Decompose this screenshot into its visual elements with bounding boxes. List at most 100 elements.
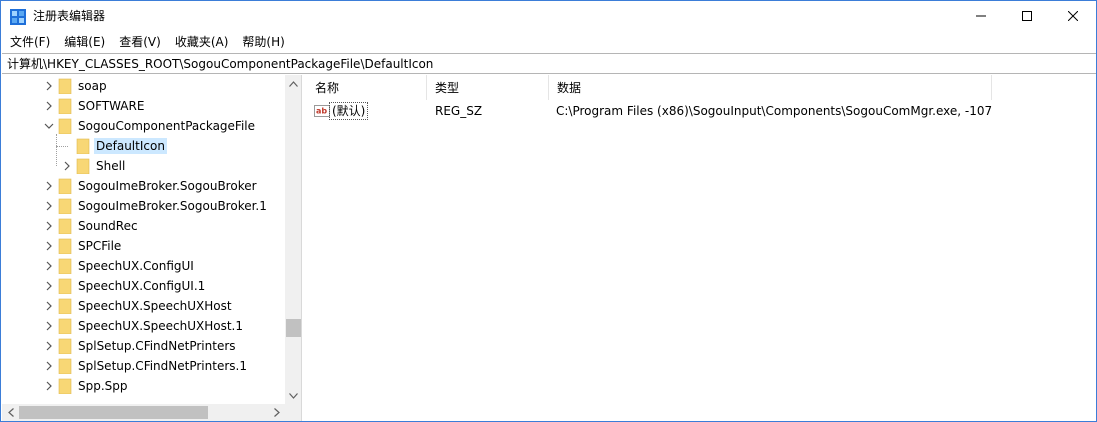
- chevron-right-icon[interactable]: [44, 301, 54, 311]
- close-icon: [1068, 11, 1078, 21]
- chevron-right-icon[interactable]: [62, 161, 72, 171]
- tree-item-label: SogouImeBroker.SogouBroker: [78, 179, 257, 193]
- tree-item[interactable]: DefaultIcon: [2, 136, 285, 156]
- tree-item[interactable]: SOFTWARE: [2, 96, 285, 116]
- key-tree: soap SOFTWARE SogouComponentPackageFile Def…: [2, 76, 285, 402]
- chevron-right-icon[interactable]: [44, 181, 54, 191]
- column-header-data[interactable]: 数据: [549, 75, 992, 100]
- folder-icon: [58, 218, 72, 234]
- tree-item-label: SpeechUX.ConfigUI: [78, 259, 194, 273]
- menu-view[interactable]: 查看(V): [112, 32, 168, 52]
- tree-item[interactable]: SplSetup.CFindNetPrinters: [2, 336, 285, 356]
- folder-icon: [58, 238, 72, 254]
- values-list-pane: 名称 类型 数据 ab (默认) REG_SZ C:\Program Files…: [307, 75, 1096, 421]
- minimize-button[interactable]: [958, 1, 1004, 31]
- folder-icon: [58, 338, 72, 354]
- maximize-button[interactable]: [1004, 1, 1050, 31]
- folder-icon: [58, 278, 72, 294]
- tree-guide-line: [56, 134, 57, 166]
- vertical-scroll-thumb[interactable]: [286, 319, 301, 337]
- chevron-right-icon[interactable]: [44, 201, 54, 211]
- menu-favorites[interactable]: 收藏夹(A): [168, 32, 236, 52]
- chevron-right-icon: [273, 408, 280, 417]
- tree-item[interactable]: SplSetup.CFindNetPrinters.1: [2, 356, 285, 376]
- title-bar: 注册表编辑器: [1, 1, 1096, 31]
- tree-item-label: SpeechUX.SpeechUXHost: [78, 299, 232, 313]
- folder-icon: [58, 358, 72, 374]
- chevron-right-icon[interactable]: [44, 341, 54, 351]
- tree-item[interactable]: Shell: [2, 156, 285, 176]
- column-name-label: 名称: [315, 81, 340, 95]
- maximize-icon: [1022, 11, 1032, 21]
- menu-edit[interactable]: 编辑(E): [57, 32, 112, 52]
- folder-icon: [58, 118, 72, 134]
- tree-item-label: SplSetup.CFindNetPrinters.1: [78, 359, 247, 373]
- column-header-type[interactable]: 类型: [427, 75, 549, 100]
- tree-item-label: SPCFile: [78, 239, 122, 253]
- folder-icon: [58, 78, 72, 94]
- folder-icon: [58, 258, 72, 274]
- tree-item[interactable]: SogouImeBroker.SogouBroker: [2, 176, 285, 196]
- scroll-up-button[interactable]: [285, 75, 301, 92]
- scrollbar-corner: [285, 404, 301, 421]
- window-title: 注册表编辑器: [33, 9, 106, 23]
- chevron-right-icon[interactable]: [44, 81, 54, 91]
- chevron-right-icon[interactable]: [44, 221, 54, 231]
- value-data: C:\Program Files (x86)\SogouInput\Compon…: [556, 104, 993, 118]
- chevron-right-icon[interactable]: [44, 381, 54, 391]
- chevron-right-icon[interactable]: [44, 361, 54, 371]
- chevron-right-icon[interactable]: [44, 101, 54, 111]
- chevron-right-icon[interactable]: [44, 281, 54, 291]
- scroll-right-button[interactable]: [268, 404, 285, 421]
- folder-icon: [58, 178, 72, 194]
- tree-item[interactable]: SogouComponentPackageFile: [2, 116, 285, 136]
- tree-item-label: SoundRec: [78, 219, 138, 233]
- tree-item[interactable]: SoundRec: [2, 216, 285, 236]
- folder-icon: [58, 198, 72, 214]
- tree-item[interactable]: SpeechUX.ConfigUI.1: [2, 276, 285, 296]
- folder-icon: [76, 158, 90, 174]
- value-name[interactable]: (默认): [329, 102, 369, 120]
- tree-item-label: SOFTWARE: [78, 99, 145, 113]
- horizontal-scroll-thumb[interactable]: [19, 406, 208, 419]
- tree-horizontal-scrollbar[interactable]: [2, 404, 285, 421]
- tree-vertical-scrollbar[interactable]: [285, 75, 301, 404]
- close-button[interactable]: [1050, 1, 1096, 31]
- list-header: 名称 类型 数据: [307, 75, 1096, 100]
- tree-item[interactable]: SogouImeBroker.SogouBroker.1: [2, 196, 285, 216]
- address-bar[interactable]: 计算机\HKEY_CLASSES_ROOT\SogouComponentPack…: [2, 53, 1096, 74]
- column-data-label: 数据: [557, 81, 582, 95]
- column-header-name[interactable]: 名称: [307, 75, 427, 100]
- string-value-icon: ab: [314, 105, 330, 117]
- regedit-app-icon: [10, 9, 26, 25]
- menu-bar: 文件(F) 编辑(E) 查看(V) 收藏夹(A) 帮助(H): [1, 31, 1096, 52]
- address-path[interactable]: 计算机\HKEY_CLASSES_ROOT\SogouComponentPack…: [7, 57, 433, 71]
- svg-text:ab: ab: [316, 107, 327, 116]
- chevron-right-icon[interactable]: [44, 321, 54, 331]
- tree-item[interactable]: SpeechUX.ConfigUI: [2, 256, 285, 276]
- tree-item-label: SogouImeBroker.SogouBroker.1: [78, 199, 267, 213]
- menu-file[interactable]: 文件(F): [3, 32, 57, 52]
- tree-item[interactable]: Spp.Spp: [2, 376, 285, 396]
- folder-icon: [58, 318, 72, 334]
- regedit-window: 注册表编辑器 文件(F) 编辑(E) 查看(V) 收藏夹(A) 帮助(H) 计算…: [0, 0, 1097, 422]
- tree-item[interactable]: soap: [2, 76, 285, 96]
- scroll-left-button[interactable]: [2, 404, 19, 421]
- tree-item-label: SpeechUX.ConfigUI.1: [78, 279, 206, 293]
- chevron-right-icon[interactable]: [44, 261, 54, 271]
- tree-item[interactable]: SpeechUX.SpeechUXHost.1: [2, 316, 285, 336]
- column-type-label: 类型: [435, 81, 460, 95]
- scroll-down-button[interactable]: [285, 387, 301, 404]
- tree-guide-line: [56, 146, 68, 147]
- chevron-right-icon[interactable]: [44, 241, 54, 251]
- tree-item-label: Spp.Spp: [78, 379, 128, 393]
- tree-item-label: Shell: [96, 159, 126, 173]
- tree-item-label: SplSetup.CFindNetPrinters: [78, 339, 236, 353]
- chevron-down-icon: [289, 392, 298, 399]
- value-row[interactable]: ab (默认) REG_SZ C:\Program Files (x86)\So…: [307, 100, 1096, 122]
- chevron-down-icon[interactable]: [44, 121, 54, 131]
- folder-icon: [76, 138, 90, 154]
- tree-item[interactable]: SpeechUX.SpeechUXHost: [2, 296, 285, 316]
- tree-item[interactable]: SPCFile: [2, 236, 285, 256]
- menu-help[interactable]: 帮助(H): [235, 32, 291, 52]
